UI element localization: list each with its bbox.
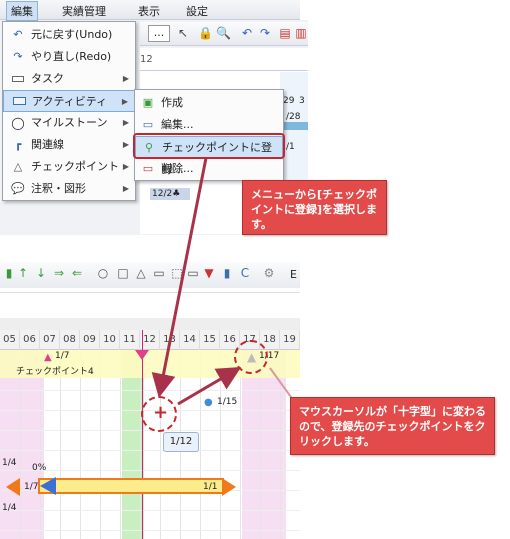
arrow-menu-to-cursor bbox=[151, 157, 208, 398]
annotation-arrows bbox=[151, 157, 297, 406]
callout-click-checkpoint: マウスカーソルが「十字型」に変わるので、登録先のチェックポイントをクリックします… bbox=[290, 397, 495, 455]
arrow-cursor-to-checkpoint bbox=[177, 366, 242, 406]
